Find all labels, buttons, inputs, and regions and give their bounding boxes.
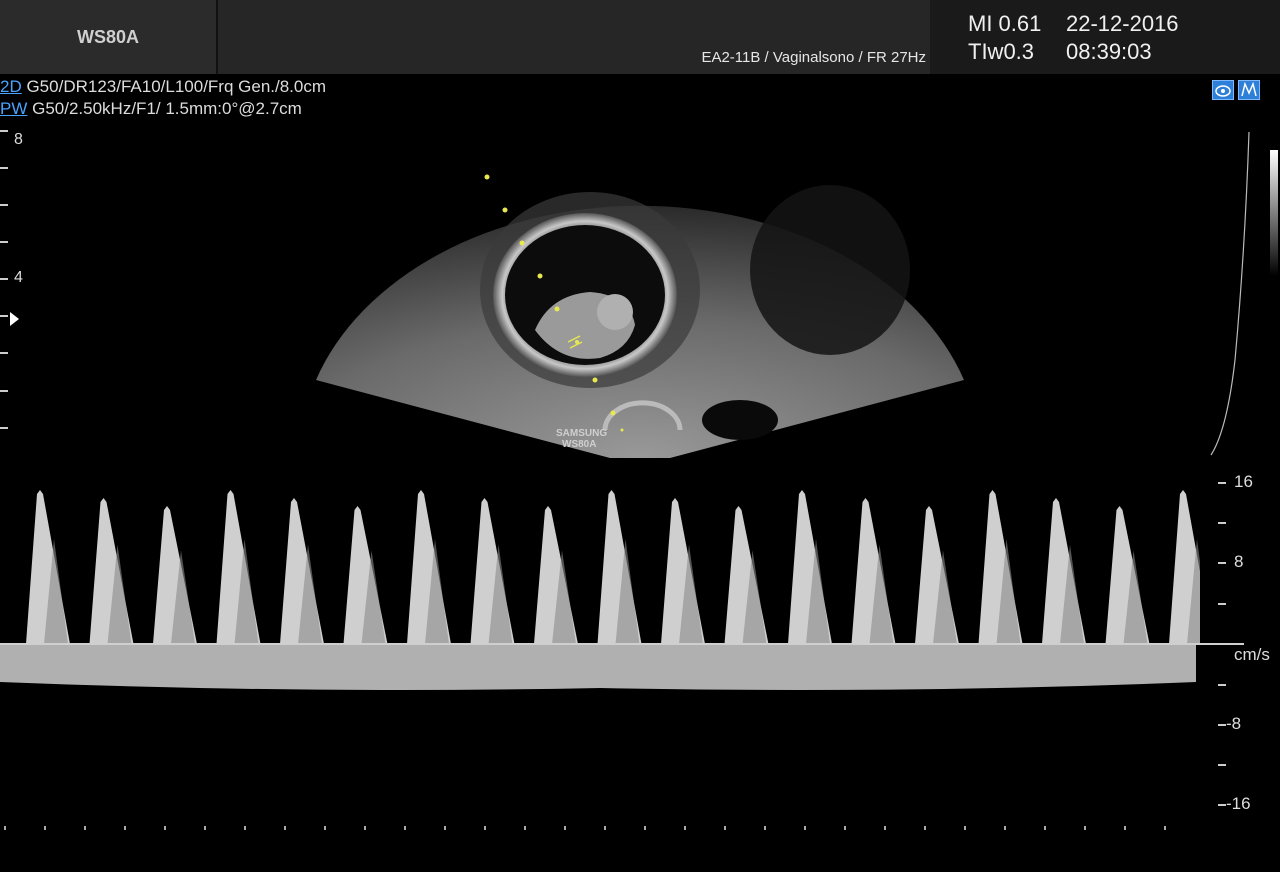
time-tick [604, 826, 606, 830]
time-tick [964, 826, 966, 830]
time-tick [444, 826, 446, 830]
time-tick [924, 826, 926, 830]
depth-scale: 8 4 [0, 128, 40, 438]
ultrasound-sector: SAMSUNG WS80A [316, 174, 964, 458]
time-tick [324, 826, 326, 830]
depth-label: 4 [14, 269, 23, 286]
velocity-label: 16 [1234, 472, 1253, 491]
mode-2d[interactable]: 2D [0, 77, 22, 96]
time-tick [84, 826, 86, 830]
time-tick [364, 826, 366, 830]
focus-marker-icon[interactable] [10, 312, 19, 326]
tgc-curve [1210, 131, 1250, 456]
time-tick [4, 826, 6, 830]
top-bar: WS80A EA2-11B / Vaginalsono / FR 27Hz MI… [0, 0, 1280, 74]
velocity-tick [1218, 764, 1226, 766]
device-name: WS80A [0, 0, 218, 74]
probe-view-icon[interactable] [1212, 80, 1234, 100]
time-tick [1124, 826, 1126, 830]
thermal-index: TIw0.3 [968, 39, 1035, 64]
stats-panel: MI 0.61 TIw0.3 22-12-2016 08:39:03 [930, 0, 1280, 74]
params-pw: PW G50/2.50kHz/F1/ 1.5mm:0°@2.7cm [0, 99, 302, 119]
velocity-tick [1218, 562, 1226, 564]
time-tick [844, 826, 846, 830]
time-tick [484, 826, 486, 830]
probe-panel: EA2-11B / Vaginalsono / FR 27Hz [218, 0, 930, 74]
depth-tick [0, 130, 8, 132]
time-tick [1004, 826, 1006, 830]
velocity-tick [1218, 684, 1226, 686]
velocity-tick [1218, 804, 1226, 806]
time-tick [44, 826, 46, 830]
time-tick [1164, 826, 1166, 830]
mode-pw[interactable]: PW [0, 99, 27, 118]
depth-tick [0, 315, 8, 317]
velocity-label: 8 [1234, 552, 1244, 571]
velocity-tick [1218, 724, 1226, 726]
time-tick [524, 826, 526, 830]
exam-date: 22-12-2016 [1066, 11, 1179, 36]
time-tick [164, 826, 166, 830]
mechanical-index: MI 0.61 [968, 11, 1042, 36]
time-tick [204, 826, 206, 830]
depth-tick [0, 241, 8, 243]
velocity-scale: 16 8 -8 -16 [1210, 456, 1280, 832]
velocity-label: -8 [1226, 714, 1242, 733]
depth-tick [0, 278, 8, 280]
grayscale-bar [1270, 150, 1278, 276]
params-pw-text: G50/2.50kHz/F1/ 1.5mm:0°@2.7cm [27, 99, 302, 118]
velocity-units: cm/s [1234, 645, 1270, 664]
time-tick [284, 826, 286, 830]
depth-tick [0, 167, 8, 169]
depth-tick [0, 352, 8, 354]
time-tick [124, 826, 126, 830]
time-tick [804, 826, 806, 830]
depth-tick [0, 390, 8, 392]
velocity-tick [1218, 603, 1226, 605]
time-tick [764, 826, 766, 830]
watermark-line2: WS80A [562, 439, 596, 450]
time-tick [724, 826, 726, 830]
velocity-label: -16 [1226, 794, 1251, 813]
probe-info: EA2-11B / Vaginalsono / FR 27Hz [701, 49, 926, 66]
depth-label: 8 [14, 131, 23, 148]
time-tick [244, 826, 246, 830]
params-2d: 2D G50/DR123/FA10/L100/Frq Gen./8.0cm [0, 77, 326, 97]
time-tick [1044, 826, 1046, 830]
time-axis [4, 826, 1166, 830]
exam-time: 08:39:03 [1066, 39, 1152, 64]
measure-mode-icon[interactable] [1238, 80, 1260, 100]
params-2d-text: G50/DR123/FA10/L100/Frq Gen./8.0cm [21, 77, 327, 96]
depth-tick [0, 204, 8, 206]
time-tick [404, 826, 406, 830]
velocity-tick [1218, 482, 1226, 484]
depth-tick [0, 427, 8, 429]
time-tick [644, 826, 646, 830]
velocity-tick [1218, 522, 1226, 524]
time-tick [564, 826, 566, 830]
watermark-line1: SAMSUNG [556, 428, 607, 439]
time-tick [884, 826, 886, 830]
doppler-baseline[interactable] [0, 643, 1244, 645]
time-tick [1084, 826, 1086, 830]
time-tick [684, 826, 686, 830]
